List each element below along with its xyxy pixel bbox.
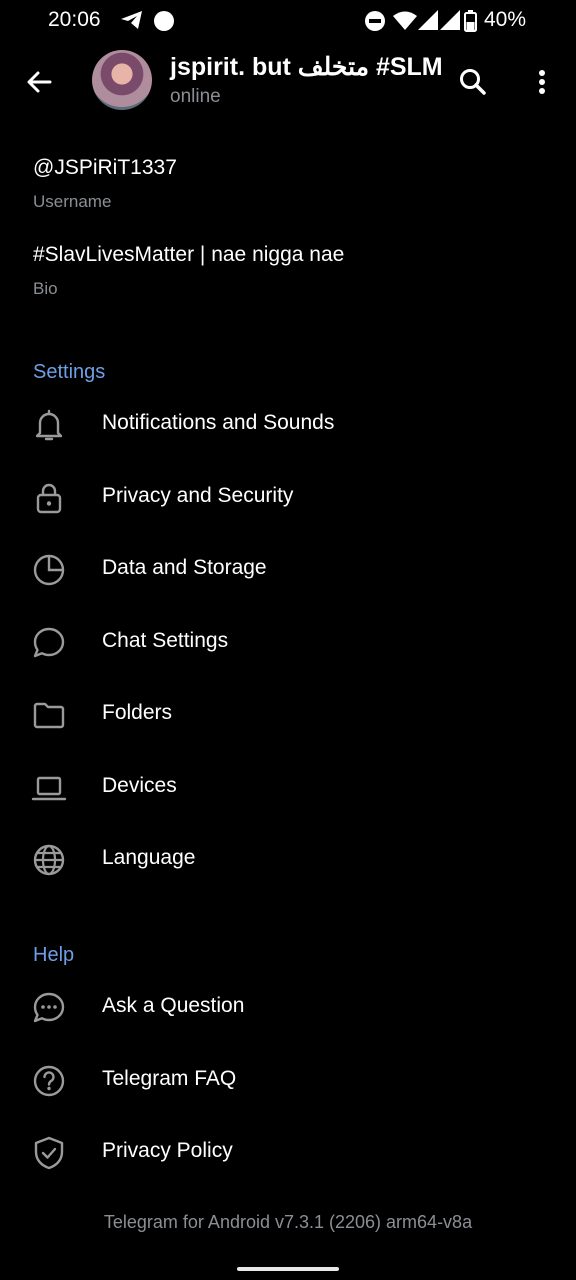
avatar[interactable] — [92, 50, 152, 110]
search-icon[interactable] — [457, 66, 489, 98]
bio-value[interactable]: #SlavLivesMatter | nae nigga nae — [33, 243, 344, 267]
app-bar: jspirit. but متخلف #SLM online — [0, 40, 576, 122]
settings-item-folders[interactable]: Folders — [0, 679, 576, 751]
settings-item-label: Language — [102, 846, 196, 869]
profile-name: jspirit. but متخلف #SLM — [170, 53, 443, 81]
chat-dots-icon — [31, 990, 67, 1026]
question-circle-icon — [31, 1063, 67, 1099]
help-item-ask-question[interactable]: Ask a Question — [0, 972, 576, 1044]
username-value[interactable]: @JSPiRiT1337 — [33, 156, 177, 180]
laptop-icon — [31, 770, 67, 806]
status-bar: 20:06 40% — [0, 0, 576, 40]
settings-item-label: Folders — [102, 701, 173, 724]
battery-percentage: 40% — [483, 8, 526, 31]
wifi-icon — [393, 10, 417, 32]
telegram-icon — [120, 10, 144, 30]
settings-item-language[interactable]: Language — [0, 824, 576, 896]
lock-icon — [31, 480, 67, 516]
help-item-label: Privacy Policy — [102, 1139, 233, 1162]
signal-2-icon — [440, 10, 460, 30]
help-item-privacy-policy[interactable]: Privacy Policy — [0, 1117, 576, 1189]
help-item-label: Ask a Question — [102, 994, 245, 1017]
shield-icon — [31, 1135, 67, 1171]
globe-icon — [31, 842, 67, 878]
pie-chart-icon — [31, 552, 67, 588]
settings-item-label: Chat Settings — [102, 629, 229, 652]
back-arrow-icon[interactable] — [24, 66, 56, 98]
settings-item-notifications[interactable]: Notifications and Sounds — [0, 389, 576, 461]
folder-icon — [31, 697, 67, 733]
username-label: Username — [33, 192, 112, 211]
help-item-label: Telegram FAQ — [102, 1067, 237, 1090]
do-not-disturb-icon — [364, 10, 386, 32]
settings-item-label: Notifications and Sounds — [102, 411, 335, 434]
settings-item-chat[interactable]: Chat Settings — [0, 607, 576, 679]
settings-item-label: Privacy and Security — [102, 484, 294, 507]
bio-label: Bio — [33, 279, 58, 298]
online-status: online — [170, 86, 221, 107]
app-version: Telegram for Android v7.3.1 (2206) arm64… — [103, 1212, 473, 1232]
settings-item-label: Devices — [102, 774, 177, 797]
signal-icon — [418, 10, 438, 30]
gesture-nav-bar[interactable] — [237, 1267, 339, 1271]
settings-section-header: Settings — [33, 361, 106, 383]
battery-icon — [464, 10, 477, 32]
settings-item-label: Data and Storage — [102, 556, 267, 579]
notification-dot-icon — [153, 10, 175, 32]
settings-item-devices[interactable]: Devices — [0, 752, 576, 824]
chat-bubble-icon — [31, 625, 67, 661]
bell-icon — [31, 407, 67, 443]
settings-item-data[interactable]: Data and Storage — [0, 534, 576, 606]
help-item-faq[interactable]: Telegram FAQ — [0, 1045, 576, 1117]
more-options-icon[interactable] — [530, 66, 554, 98]
help-section-header: Help — [33, 944, 75, 966]
settings-item-privacy[interactable]: Privacy and Security — [0, 462, 576, 534]
status-time: 20:06 — [48, 8, 101, 31]
